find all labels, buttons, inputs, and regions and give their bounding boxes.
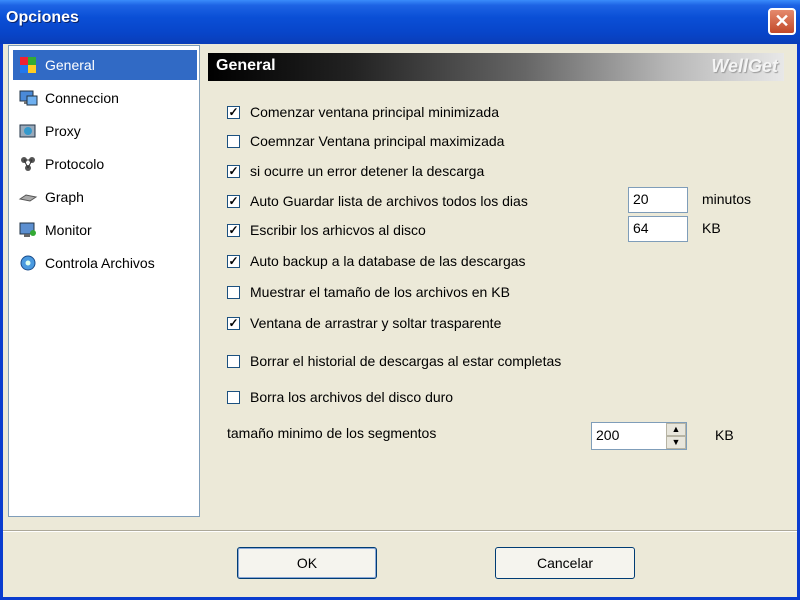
sidebar-item-label: Graph (45, 189, 84, 205)
sidebar-item-proxy[interactable]: Proxy (13, 116, 197, 146)
checkbox[interactable]: ✓ (227, 105, 240, 119)
option-label: si ocurre un error detener la descarga (250, 163, 485, 179)
checkbox[interactable] (227, 285, 240, 299)
checkbox[interactable]: ✓ (227, 223, 240, 237)
title-bar[interactable]: Opciones ✕ (0, 0, 800, 44)
checkbox[interactable]: ✓ (227, 316, 240, 330)
checkbox[interactable] (227, 390, 240, 404)
sidebar-item-monitor[interactable]: Monitor (13, 215, 197, 245)
checkbox[interactable]: ✓ (227, 254, 240, 268)
sidebar-item-label: Monitor (45, 222, 92, 238)
sidebar-item-label: Proxy (45, 123, 81, 139)
option-label: Coemnzar Ventana principal maximizada (250, 133, 505, 149)
checkbox[interactable] (227, 134, 240, 148)
ok-button[interactable]: OK (237, 547, 377, 579)
option-label: Comenzar ventana principal minimizada (250, 104, 500, 120)
option-stop-on-error[interactable]: ✓ si ocurre un error detener la descarga (227, 161, 484, 181)
sidebar-item-label: Protocolo (45, 156, 105, 172)
write-size-input[interactable]: 64 (628, 216, 688, 242)
cancel-button[interactable]: Cancelar (495, 547, 635, 579)
segment-size-unit: KB (715, 427, 734, 443)
option-start-minimized[interactable]: ✓ Comenzar ventana principal minimizada (227, 102, 499, 122)
sidebar-item-conneccion[interactable]: Conneccion (13, 83, 197, 113)
option-show-size-kb[interactable]: Muestrar el tamaño de los archivos en KB (227, 282, 510, 302)
spin-down-icon[interactable]: ▼ (666, 436, 686, 449)
option-auto-backup[interactable]: ✓ Auto backup a la database de las desca… (227, 251, 526, 271)
monitor-icon (17, 219, 39, 241)
option-label: Escribir los arhicvos al disco (250, 222, 426, 238)
proxy-icon (17, 120, 39, 142)
options-dialog: Opciones ✕ General Conneccion Proxy Prot… (0, 0, 800, 600)
option-label: Muestrar el tamaño de los archivos en KB (250, 284, 510, 300)
checkbox[interactable] (227, 354, 240, 368)
autosave-minutes-input[interactable]: 20 (628, 187, 688, 213)
option-label: Ventana de arrastrar y soltar trasparent… (250, 315, 502, 331)
sidebar-item-label: Conneccion (45, 90, 119, 106)
autosave-unit: minutos (702, 191, 752, 207)
checkbox[interactable]: ✓ (227, 194, 240, 208)
panel-header: General WellGet (208, 53, 784, 81)
option-autosave-list[interactable]: ✓ Auto Guardar lista de archivos todos l… (227, 191, 528, 211)
option-start-maximized[interactable]: Coemnzar Ventana principal maximizada (227, 131, 504, 151)
category-list: General Conneccion Proxy Protocolo Graph (8, 45, 200, 517)
option-clear-history[interactable]: Borrar el historial de descargas al esta… (227, 351, 561, 371)
option-label: Borra los archivos del disco duro (250, 389, 454, 405)
footer-separator (3, 530, 797, 532)
sidebar-item-label: Controla Archivos (45, 255, 155, 271)
segment-size-spinner[interactable]: 200 ▲ ▼ (591, 422, 687, 450)
checkbox[interactable]: ✓ (227, 164, 240, 178)
sidebar-item-graph[interactable]: Graph (13, 182, 197, 212)
panel-title: General (216, 57, 276, 74)
settings-panel: General WellGet ✓ Comenzar ventana princ… (200, 45, 800, 517)
option-transparent-drop-window[interactable]: ✓ Ventana de arrastrar y soltar traspare… (227, 313, 501, 333)
close-icon: ✕ (774, 11, 790, 31)
sidebar-item-label: General (43, 56, 97, 74)
segment-size-label: tamaño minimo de los segmentos (227, 425, 437, 441)
brand-logo: WellGet (711, 56, 778, 76)
write-size-unit: KB (702, 220, 721, 236)
file-control-icon (17, 252, 39, 274)
sidebar-item-general[interactable]: General (13, 50, 197, 80)
option-label: Auto backup a la database de las descarg… (250, 253, 526, 269)
spin-up-icon[interactable]: ▲ (666, 423, 686, 436)
general-icon (17, 54, 39, 76)
close-button[interactable]: ✕ (768, 8, 796, 35)
graph-icon (17, 186, 39, 208)
sidebar-item-protocolo[interactable]: Protocolo (13, 149, 197, 179)
window-title: Opciones (6, 9, 79, 26)
option-write-to-disk[interactable]: ✓ Escribir los arhicvos al disco (227, 220, 426, 240)
sidebar-item-controla-archivos[interactable]: Controla Archivos (13, 248, 197, 278)
option-label: Borrar el historial de descargas al esta… (250, 353, 562, 369)
segment-size-value[interactable]: 200 (596, 427, 619, 443)
protocol-icon (17, 153, 39, 175)
connection-icon (17, 87, 39, 109)
option-label: Auto Guardar lista de archivos todos los… (250, 193, 528, 209)
option-delete-files[interactable]: Borra los archivos del disco duro (227, 387, 453, 407)
